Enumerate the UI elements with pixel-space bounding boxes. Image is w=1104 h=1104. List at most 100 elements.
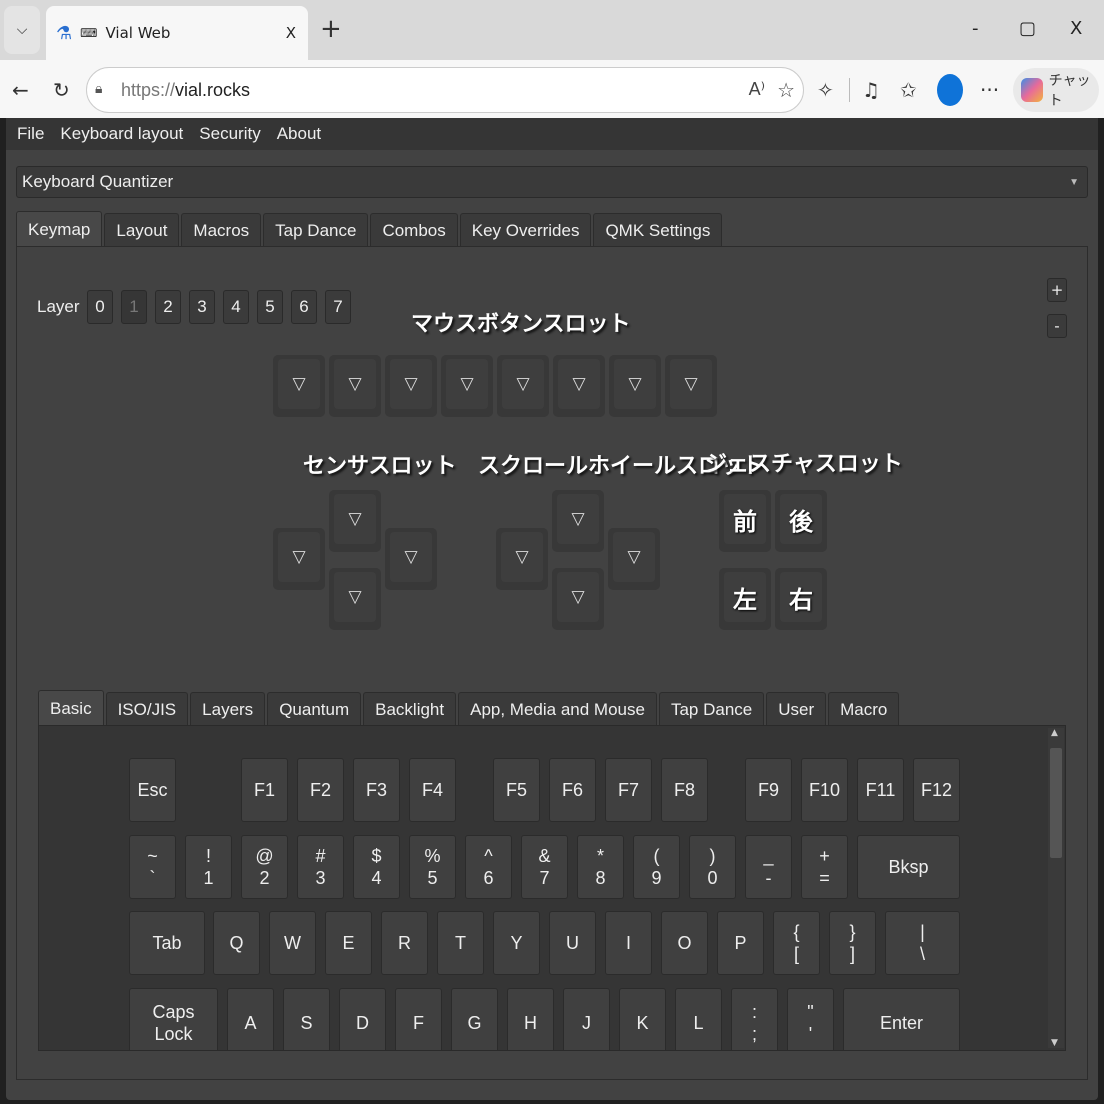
- media-icon[interactable]: ♫: [862, 78, 880, 102]
- keycode-button[interactable]: Q: [213, 911, 260, 975]
- keycode-button[interactable]: A: [227, 988, 274, 1050]
- keycode-button[interactable]: P: [717, 911, 764, 975]
- scroll-wheel-slot[interactable]: ▽: [552, 490, 604, 552]
- keycode-button[interactable]: S: [283, 988, 330, 1050]
- menu-keyboard-layout[interactable]: Keyboard layout: [60, 124, 183, 144]
- keycode-button[interactable]: F11: [857, 758, 904, 822]
- gesture-slot[interactable]: 右: [775, 568, 827, 630]
- close-window-button[interactable]: X: [1070, 18, 1082, 39]
- keycode-button[interactable]: _ -: [745, 835, 792, 899]
- mouse-button-slot[interactable]: ▽: [273, 355, 325, 417]
- mouse-button-slot[interactable]: ▽: [553, 355, 605, 417]
- tab-list-button[interactable]: ⌵: [4, 6, 40, 54]
- keycode-button[interactable]: F2: [297, 758, 344, 822]
- keycode-tab-layers[interactable]: Layers: [190, 692, 266, 726]
- keycode-button[interactable]: T: [437, 911, 484, 975]
- favorites-icon[interactable]: ✩: [900, 78, 917, 102]
- keycode-button[interactable]: | \: [885, 911, 960, 975]
- keycode-button[interactable]: * 8: [577, 835, 624, 899]
- gesture-slot[interactable]: 前: [719, 490, 771, 552]
- keycode-tab-tap-dance[interactable]: Tap Dance: [658, 692, 765, 726]
- keycode-button[interactable]: @ 2: [241, 835, 288, 899]
- keycode-button[interactable]: % 5: [409, 835, 456, 899]
- read-aloud-icon[interactable]: A⁾: [749, 79, 765, 100]
- keycode-button[interactable]: Caps Lock: [129, 988, 218, 1050]
- keycode-button[interactable]: { [: [773, 911, 820, 975]
- keycode-button[interactable]: F7: [605, 758, 652, 822]
- scroll-down-icon[interactable]: ▼: [1051, 1038, 1058, 1048]
- keycode-tab-macro[interactable]: Macro: [828, 692, 900, 726]
- keycode-button[interactable]: J: [563, 988, 610, 1050]
- back-button[interactable]: ←: [12, 78, 29, 102]
- layer-button-1[interactable]: 1: [121, 290, 147, 324]
- profile-avatar[interactable]: [937, 74, 963, 106]
- tab-macros[interactable]: Macros: [181, 213, 262, 247]
- layer-button-7[interactable]: 7: [325, 290, 351, 324]
- mouse-button-slot[interactable]: ▽: [385, 355, 437, 417]
- keycode-button[interactable]: W: [269, 911, 316, 975]
- keycode-tab-quantum[interactable]: Quantum: [267, 692, 362, 726]
- keycode-button[interactable]: ^ 6: [465, 835, 512, 899]
- menu-security[interactable]: Security: [199, 124, 260, 144]
- keycode-button[interactable]: # 3: [297, 835, 344, 899]
- maximize-button[interactable]: ▢: [1019, 18, 1036, 39]
- mouse-button-slot[interactable]: ▽: [329, 355, 381, 417]
- keycode-button[interactable]: ! 1: [185, 835, 232, 899]
- keycode-button[interactable]: D: [339, 988, 386, 1050]
- scroll-wheel-slot[interactable]: ▽: [552, 568, 604, 630]
- browser-tab[interactable]: ⚗ ⌨ Vial Web X: [46, 6, 308, 60]
- keycode-button[interactable]: O: [661, 911, 708, 975]
- keycode-button[interactable]: F: [395, 988, 442, 1050]
- mouse-button-slot[interactable]: ▽: [665, 355, 717, 417]
- tab-keymap[interactable]: Keymap: [16, 211, 103, 247]
- tab-tap-dance[interactable]: Tap Dance: [263, 213, 369, 247]
- keycode-scrollbar[interactable]: ▲ ▼: [1048, 728, 1064, 1048]
- keyboard-select[interactable]: Keyboard Quantizer ▼: [16, 166, 1088, 198]
- sensor-slot[interactable]: ▽: [329, 490, 381, 552]
- sensor-slot[interactable]: ▽: [273, 528, 325, 590]
- keycode-button[interactable]: " ': [787, 988, 834, 1050]
- close-tab-icon[interactable]: X: [286, 24, 296, 42]
- keycode-button[interactable]: F10: [801, 758, 848, 822]
- layer-button-0[interactable]: 0: [87, 290, 113, 324]
- keycode-button[interactable]: : ;: [731, 988, 778, 1050]
- keycode-button[interactable]: F6: [549, 758, 596, 822]
- favorite-star-icon[interactable]: ☆: [777, 78, 795, 103]
- keycode-button[interactable]: E: [325, 911, 372, 975]
- keycode-button[interactable]: L: [675, 988, 722, 1050]
- keycode-tab-basic[interactable]: Basic: [38, 690, 104, 726]
- layer-button-2[interactable]: 2: [155, 290, 181, 324]
- keycode-button[interactable]: F4: [409, 758, 456, 822]
- gesture-slot[interactable]: 左: [719, 568, 771, 630]
- keycode-button[interactable]: F5: [493, 758, 540, 822]
- keycode-button[interactable]: $ 4: [353, 835, 400, 899]
- keycode-button[interactable]: Bksp: [857, 835, 960, 899]
- keycode-tab-user[interactable]: User: [766, 692, 827, 726]
- minimize-button[interactable]: -: [972, 18, 979, 39]
- keycode-button[interactable]: U: [549, 911, 596, 975]
- keycode-button[interactable]: + =: [801, 835, 848, 899]
- keycode-button[interactable]: F9: [745, 758, 792, 822]
- scrollbar-thumb[interactable]: [1050, 748, 1062, 858]
- keycode-button[interactable]: K: [619, 988, 666, 1050]
- layer-button-3[interactable]: 3: [189, 290, 215, 324]
- menu-file[interactable]: File: [17, 124, 44, 144]
- keycode-button[interactable]: G: [451, 988, 498, 1050]
- tab-layout[interactable]: Layout: [104, 213, 180, 247]
- address-bar[interactable]: 🔒︎ https://vial.rocks A⁾ ☆: [86, 67, 804, 113]
- scroll-wheel-slot[interactable]: ▽: [608, 528, 660, 590]
- keycode-button[interactable]: Tab: [129, 911, 205, 975]
- menu-about[interactable]: About: [277, 124, 321, 144]
- layer-button-5[interactable]: 5: [257, 290, 283, 324]
- scroll-wheel-slot[interactable]: ▽: [496, 528, 548, 590]
- keycode-button[interactable]: F8: [661, 758, 708, 822]
- mouse-button-slot[interactable]: ▽: [609, 355, 661, 417]
- keycode-button[interactable]: I: [605, 911, 652, 975]
- zoom-in-button[interactable]: +: [1047, 278, 1067, 302]
- keycode-button[interactable]: F3: [353, 758, 400, 822]
- keycode-tab-app-media-and-mouse[interactable]: App, Media and Mouse: [458, 692, 657, 726]
- keycode-tab-backlight[interactable]: Backlight: [363, 692, 457, 726]
- keycode-button[interactable]: } ]: [829, 911, 876, 975]
- keycode-button[interactable]: Y: [493, 911, 540, 975]
- tab-qmk-settings[interactable]: QMK Settings: [593, 213, 723, 247]
